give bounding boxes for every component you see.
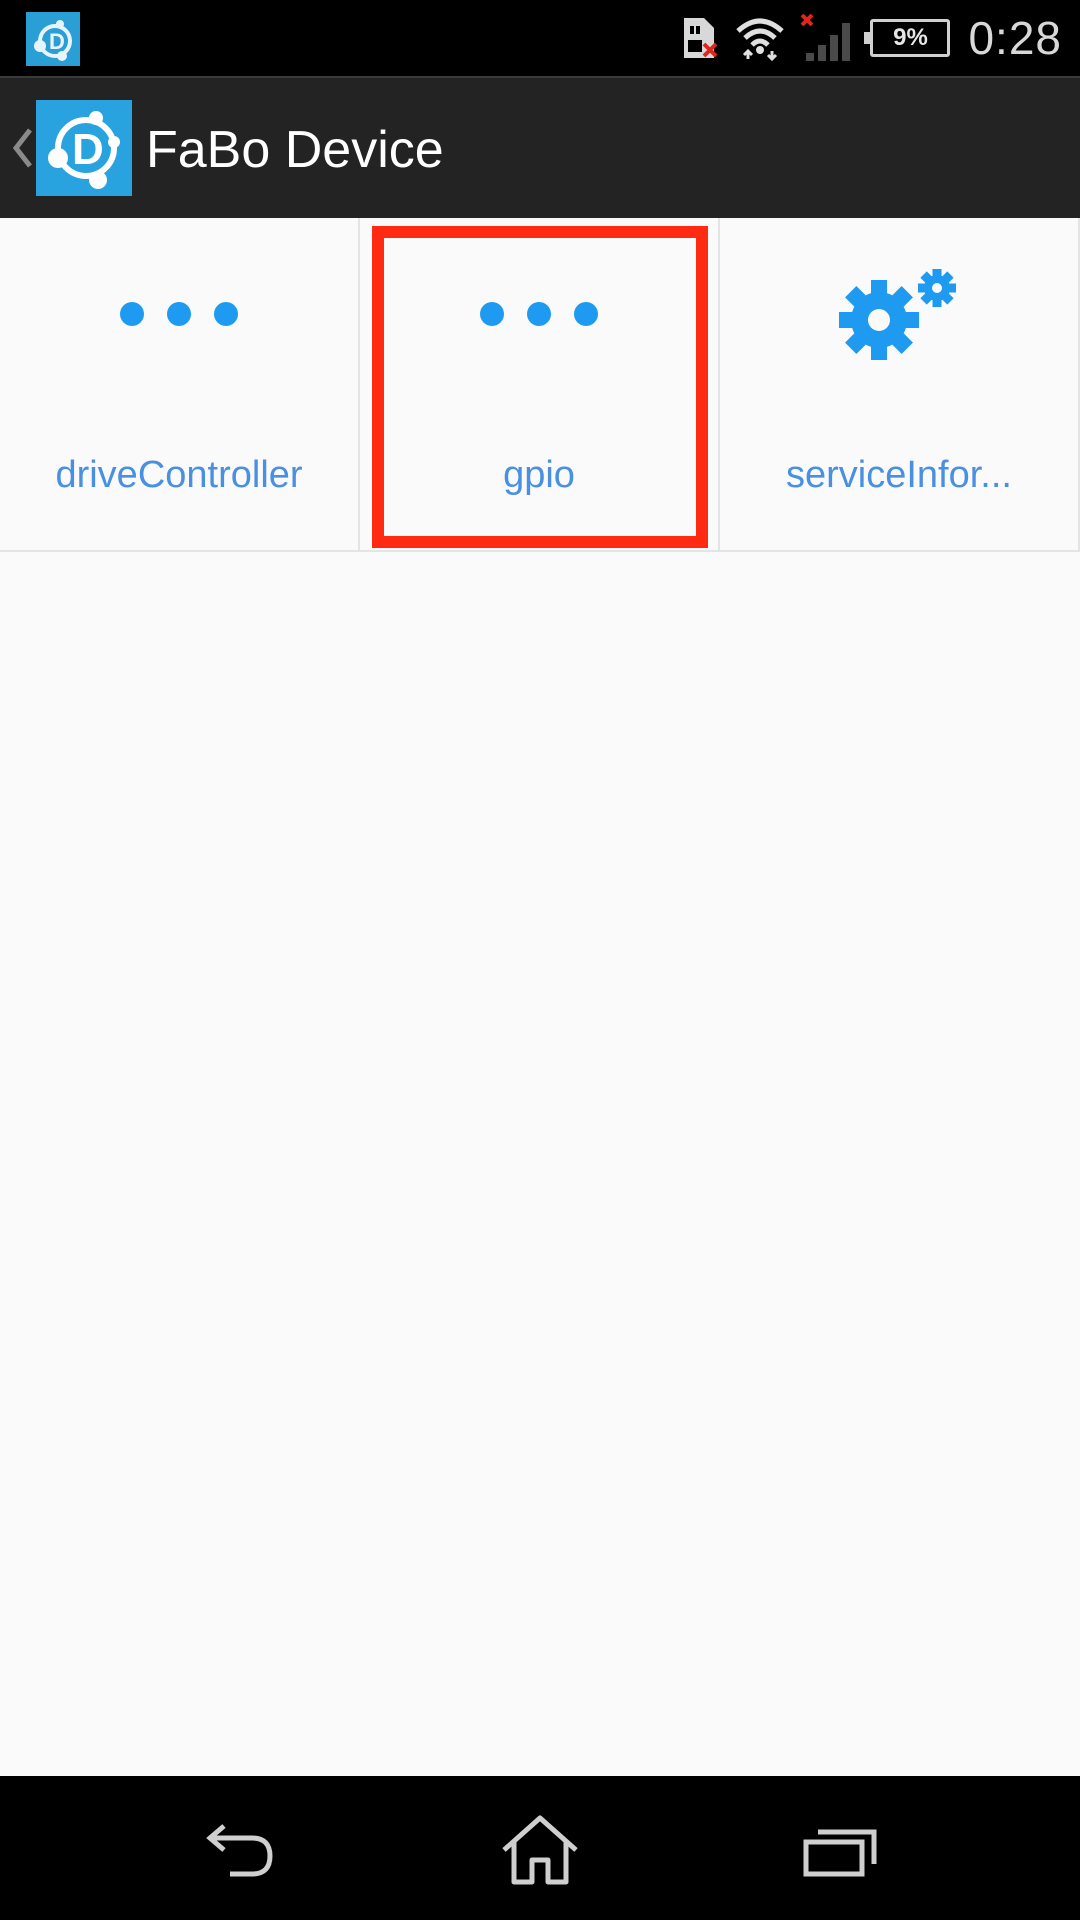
wifi-icon (736, 18, 785, 61)
navigation-bar (0, 1776, 1080, 1920)
up-chevron-icon[interactable] (10, 124, 34, 172)
svg-text:D: D (49, 29, 65, 54)
action-bar: D FaBo Device (0, 76, 1080, 218)
recent-apps-icon (803, 1829, 877, 1877)
home-button[interactable] (490, 1812, 590, 1888)
screen: D 9% 0:28 D FaBo Device driveController … (0, 0, 1080, 1920)
tile-label: driveController (55, 454, 303, 496)
tile-label: gpio (503, 454, 575, 496)
battery-percent: 9% (893, 24, 928, 51)
tile-gpio[interactable]: gpio (360, 218, 720, 552)
service-grid: driveController gpio serviceInfor... (0, 218, 1080, 554)
status-time: 0:28 (968, 12, 1062, 64)
app-logo-icon[interactable]: D (36, 100, 132, 196)
dots-icon (360, 278, 718, 350)
signal-no-service-icon (801, 13, 851, 61)
tile-label: serviceInfor... (786, 454, 1012, 496)
status-bar: D 9% 0:28 (0, 0, 1080, 76)
back-icon (206, 1824, 273, 1877)
tile-drive-controller[interactable]: driveController (0, 218, 360, 552)
app-title: FaBo Device (146, 121, 444, 179)
dots-icon (0, 278, 358, 350)
tile-service-information[interactable]: serviceInfor... (720, 218, 1080, 552)
back-button[interactable] (190, 1812, 290, 1888)
app-notification-icon: D (26, 12, 80, 66)
battery-icon: 9% (864, 19, 951, 57)
gears-icon (720, 269, 1078, 360)
sim-missing-icon (684, 18, 718, 58)
status-icons: 9% 0:28 (668, 0, 1062, 76)
svg-text:D: D (72, 125, 104, 174)
home-icon (502, 1815, 578, 1885)
recent-apps-button[interactable] (790, 1812, 890, 1888)
